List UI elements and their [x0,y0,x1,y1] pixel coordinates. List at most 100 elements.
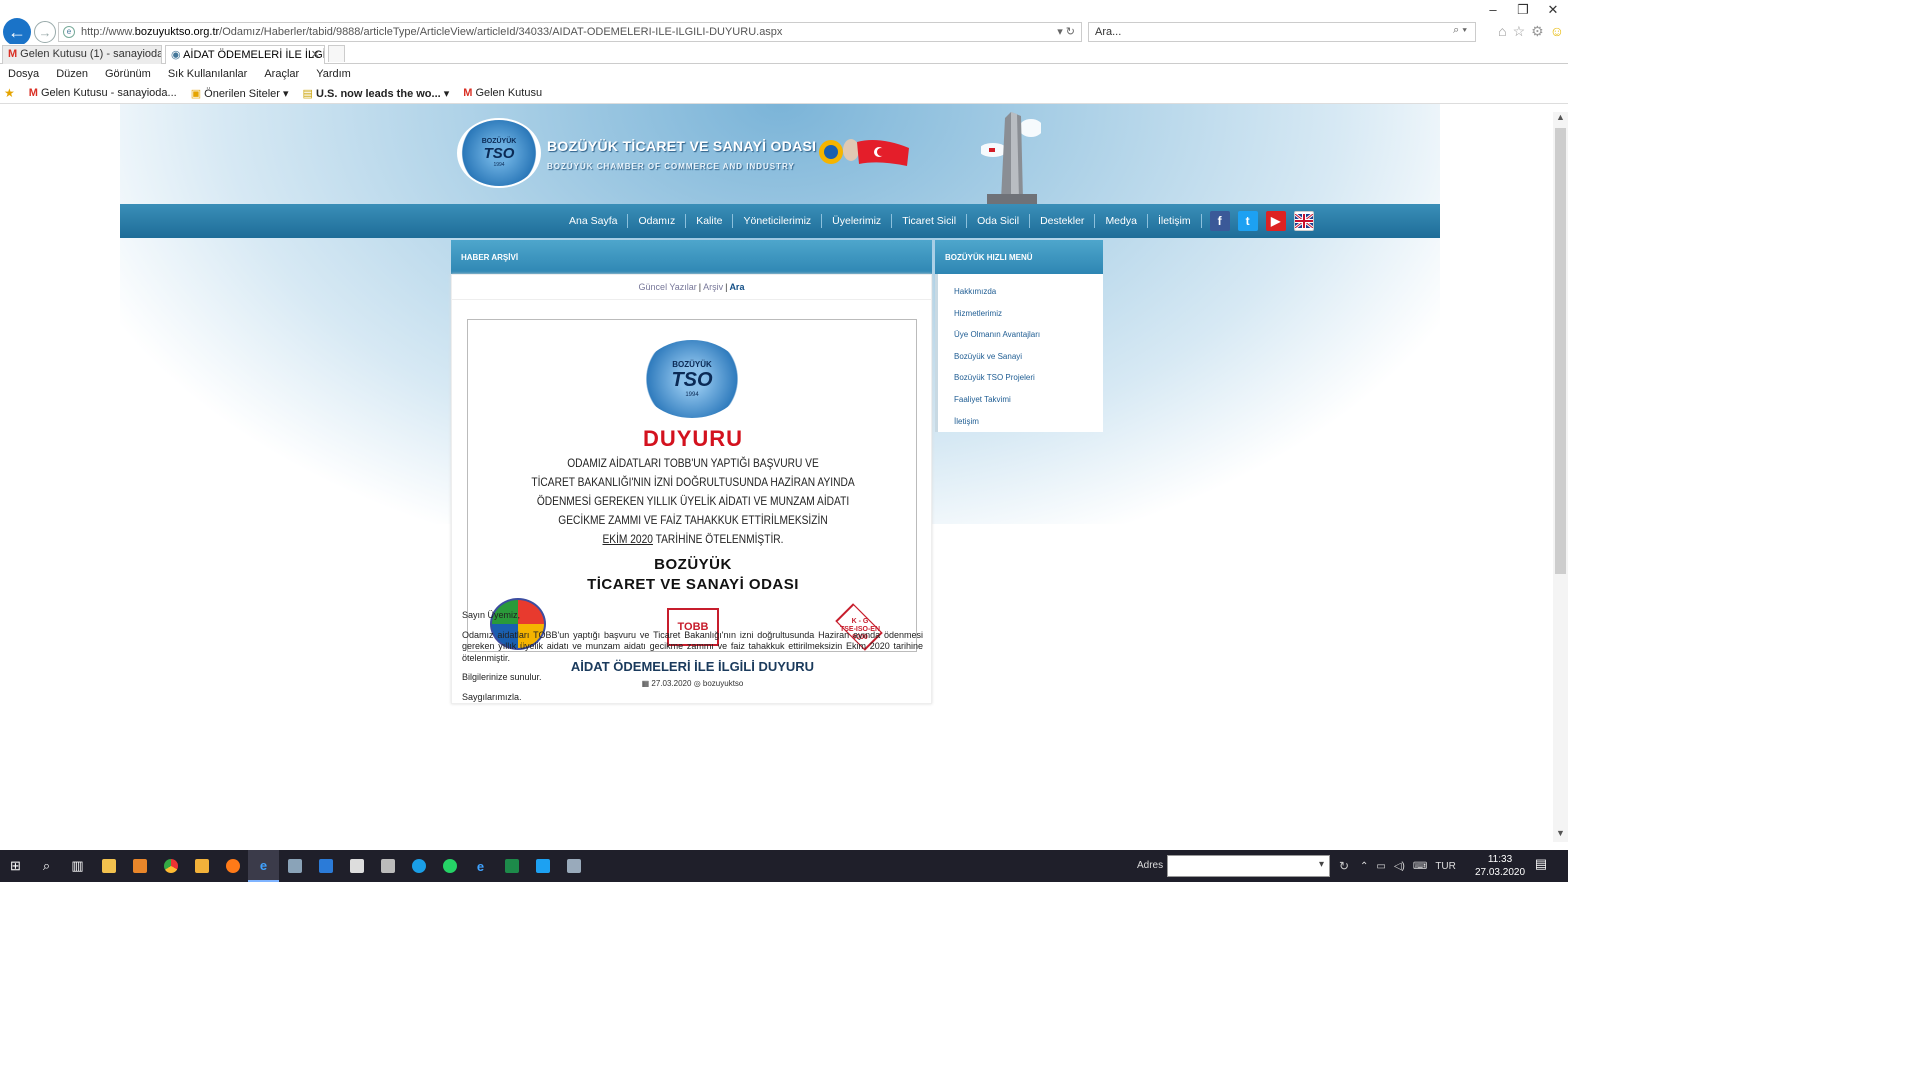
task-view-icon[interactable]: ▥ [62,850,93,882]
notice-date-underlined: EKİM 2020 [602,532,653,546]
notice-org-line2: TİCARET VE SANAYİ ODASI [587,576,799,593]
site-logo[interactable]: BOZÜYÜK TSO 1994 [457,118,541,188]
new-tab-button[interactable] [328,45,345,62]
link-current-posts[interactable]: Güncel Yazılar [639,282,697,292]
scroll-up-icon[interactable]: ▲ [1553,112,1568,126]
url-bar[interactable]: e http://www. bozuyuktso.org.tr/Odamız/Ha… [58,22,1082,42]
nav-supports[interactable]: Destekler [1030,214,1096,228]
tab-active-article[interactable]: ◉ AİDAT ÖDEMELERİ İLE İLGİLİ...✕ [165,45,325,64]
store-icon[interactable] [341,850,372,882]
volume-icon[interactable]: ◁) [1394,861,1405,872]
fav-item-news[interactable]: ▤ U.S. now leads the wo... ▾ [303,87,450,100]
skype-icon[interactable] [403,850,434,882]
ie-toolbar-icons: ⌂ ☆ ⚙ ☺ [1498,23,1564,40]
taskbar-address-input[interactable]: ▾ [1167,855,1330,877]
favorites-star-icon[interactable]: ☆ [1513,23,1526,40]
notice-logo: BOZÜYÜK TSO 1994 [641,340,743,418]
whatsapp-icon[interactable] [434,850,465,882]
vertical-scrollbar[interactable]: ▲ ▼ [1553,112,1568,842]
nav-trade-registry[interactable]: Ticaret Sicil [892,214,968,228]
quick-menu-contact[interactable]: İletişim [938,412,1103,434]
gmail-icon: M [463,87,473,99]
tab-close-icon[interactable]: ✕ [311,48,320,61]
firefox-icon[interactable] [217,850,248,882]
quick-menu-services[interactable]: Hizmetlerimiz [938,304,1103,326]
fav-item-gmail-2[interactable]: M Gelen Kutusu [463,87,542,99]
favorites-add-icon[interactable]: ★ [4,86,15,100]
nav-home[interactable]: Ana Sayfa [559,214,629,228]
menu-tools[interactable]: Araçlar [264,68,299,80]
language-indicator[interactable]: TUR [1435,861,1456,872]
app-icon-tools[interactable] [279,850,310,882]
nav-quality[interactable]: Kalite [686,214,734,228]
url-dropdown-refresh[interactable]: ▾ ↻ [1057,25,1075,38]
youtube-icon[interactable]: ▶ [1265,211,1286,231]
quick-menu-projects[interactable]: Bozüyük TSO Projeleri [938,368,1103,390]
skype-shape [411,859,426,873]
menu-favorites[interactable]: Sık Kullanılanlar [168,68,248,80]
search-icon[interactable]: ⌕ ▾ [1453,24,1467,37]
menu-edit[interactable]: Düzen [56,68,88,80]
gmail-icon: M [28,87,38,99]
quick-menu-title: BOZÜYÜK HIZLI MENÜ [935,240,1103,274]
clock-date: 27.03.2020 [1474,867,1526,878]
back-button[interactable]: ← [3,18,31,46]
app-icon-yellow[interactable] [186,850,217,882]
close-icon[interactable]: ✕ [1538,2,1568,18]
chevron-down-icon[interactable]: ▾ [1319,859,1324,870]
chrome-icon[interactable] [155,850,186,882]
fav-item-suggested[interactable]: ▣ Önerilen Siteler ▾ [191,87,289,100]
taskbar-clock[interactable]: 11:33 27.03.2020 [1470,853,1530,879]
excel-icon[interactable] [496,850,527,882]
edge-icon[interactable]: e [465,850,496,882]
twitter-app-icon[interactable] [527,850,558,882]
keyboard-icon[interactable]: ⌨ [1413,861,1427,872]
menu-help[interactable]: Yardım [316,68,351,80]
tab-gmail[interactable]: MGelen Kutusu (1) - sanayiodasi... [2,45,162,64]
taskbar-refresh-icon[interactable]: ↻ [1333,855,1355,877]
link-archive[interactable]: Arşiv [703,282,723,292]
quick-menu-calendar[interactable]: Faaliyet Takvimi [938,390,1103,412]
network-icon[interactable]: ▭ [1376,861,1385,872]
link-search[interactable]: Ara [729,282,744,292]
quick-menu-member-benefits[interactable]: Üye Olmanın Avantajları [938,325,1103,347]
quick-menu-bozuyuk-industry[interactable]: Bozüyük ve Sanayi [938,347,1103,369]
nav-management[interactable]: Yöneticilerimiz [733,214,823,228]
nav-chamber-registry[interactable]: Oda Sicil [967,214,1031,228]
scroll-down-icon[interactable]: ▼ [1553,828,1568,842]
search-icon[interactable]: ⌕ [31,850,62,882]
nav-members[interactable]: Üyelerimiz [822,214,893,228]
fav-label: U.S. now leads the wo... [316,87,441,100]
nav-chamber[interactable]: Odamız [628,214,687,228]
article-paragraph: Saygılarımızla. [462,691,522,702]
quick-menu-about[interactable]: Hakkımızda [938,282,1103,304]
nav-media[interactable]: Medya [1095,214,1148,228]
facebook-icon[interactable]: f [1209,211,1230,231]
notification-center-icon[interactable]: ▤ [1530,856,1552,876]
feedback-smiley-icon[interactable]: ☺ [1550,23,1564,40]
internet-explorer-icon[interactable]: e [248,850,279,882]
uk-flag-icon[interactable] [1293,211,1314,231]
twitter-icon[interactable]: t [1237,211,1258,231]
tray-chevron-icon[interactable]: ⌃ [1360,861,1368,872]
url-host: bozuyuktso.org.tr [134,26,220,38]
suggested-sites-icon: ▣ [190,87,205,100]
media-player-icon[interactable] [124,850,155,882]
file-explorer-icon[interactable] [93,850,124,882]
ie-glyph: e [259,857,268,873]
home-icon[interactable]: ⌂ [1498,23,1506,40]
app-icon-window[interactable] [558,850,589,882]
mail-icon[interactable] [310,850,341,882]
gear-icon[interactable]: ⚙ [1531,23,1544,40]
calculator-icon[interactable] [372,850,403,882]
scroll-thumb[interactable] [1555,128,1566,574]
menu-file[interactable]: Dosya [8,68,39,80]
search-input[interactable]: Ara... ⌕ ▾ [1088,22,1476,42]
nav-contact[interactable]: İletişim [1148,214,1202,228]
forward-button[interactable]: → [34,21,56,43]
menu-view[interactable]: Görünüm [105,68,151,80]
start-windows-icon[interactable]: ⊞ [0,850,31,882]
minimize-icon[interactable]: – [1478,2,1508,18]
restore-icon[interactable]: ❐ [1508,2,1538,18]
fav-item-gmail[interactable]: M Gelen Kutusu - sanayioda... [29,87,177,99]
